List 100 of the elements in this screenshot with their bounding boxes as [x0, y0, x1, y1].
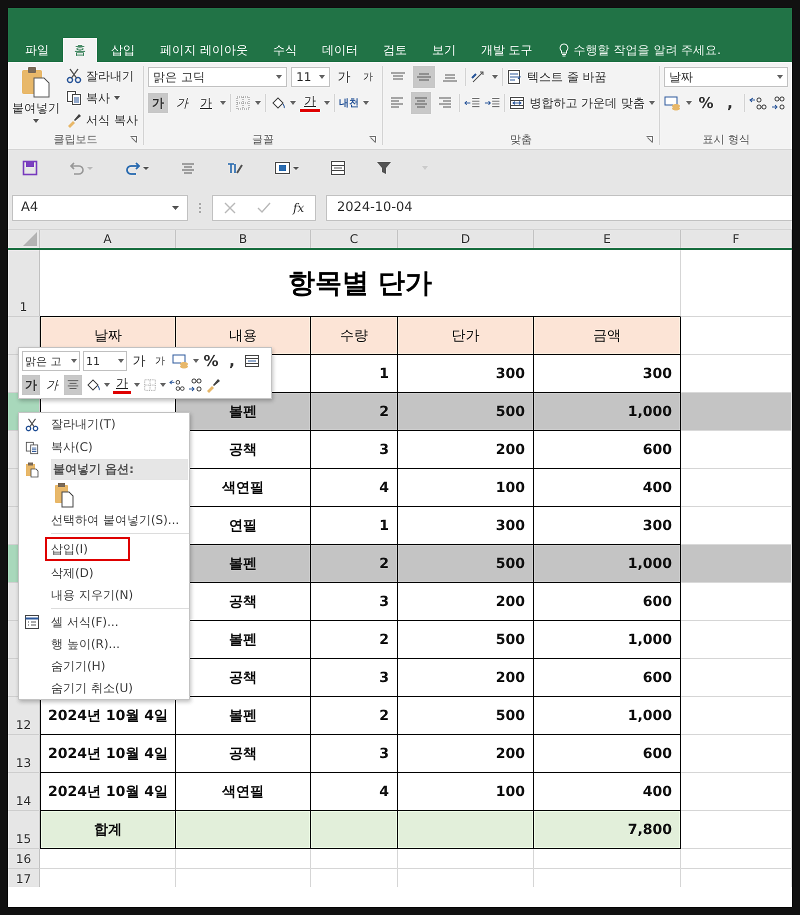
font-style-button[interactable]: 가	[148, 93, 168, 113]
caret-icon[interactable]	[324, 101, 330, 105]
ribbon-tab[interactable]: 보기	[420, 38, 467, 62]
caret-icon[interactable]	[492, 75, 498, 79]
font-style-button[interactable]: 가	[196, 93, 216, 113]
row-header[interactable]: 14	[8, 773, 40, 811]
number-format-field[interactable]: 날짜	[664, 67, 788, 87]
grow-font-button[interactable]: 가	[334, 67, 354, 87]
percent-button[interactable]: %	[696, 93, 716, 113]
font-style-button[interactable]: 가	[172, 93, 192, 113]
row-header[interactable]: 15	[8, 811, 40, 849]
currency-icon[interactable]	[664, 95, 682, 111]
row-header[interactable]: 1	[8, 250, 40, 317]
column-header[interactable]: B	[176, 230, 311, 248]
column-header[interactable]: E	[534, 230, 681, 248]
font-style-button[interactable]: 가	[43, 375, 61, 395]
tell-me-field[interactable]: 수행할 작업을 알려 주세요.	[558, 38, 721, 62]
table-cell: 500	[398, 697, 534, 735]
vertical-align-icon	[390, 72, 406, 82]
caret-icon	[276, 75, 282, 79]
caret-icon[interactable]	[104, 383, 110, 387]
ribbon-tab[interactable]: 페이지 레이아웃	[149, 38, 259, 62]
shrink-font-button[interactable]: 가	[358, 67, 378, 87]
decrease-decimal-icon[interactable]	[188, 377, 202, 393]
merge-cells-icon[interactable]	[244, 353, 260, 369]
dialog-launcher-icon[interactable]	[646, 136, 654, 143]
caret-icon[interactable]	[290, 101, 296, 105]
font-color-button[interactable]: 가	[300, 94, 320, 112]
font-color-button[interactable]: 가	[113, 376, 131, 394]
ribbon-tab[interactable]: 파일	[14, 38, 60, 62]
table-cell: 600	[534, 431, 681, 469]
merge-center-button[interactable]: 병합하고 가운데 맞춤	[509, 93, 655, 113]
wrap-text-icon	[507, 69, 524, 85]
caret-icon[interactable]	[686, 101, 692, 105]
copy-button[interactable]: 복사	[66, 88, 138, 108]
row-header[interactable]: 13	[8, 735, 40, 773]
borders-icon[interactable]	[235, 95, 252, 111]
table-header-cell: 수량	[311, 317, 398, 355]
wrap-text-button[interactable]: 텍스트 줄 바꿈	[507, 67, 607, 87]
increase-decimal-icon[interactable]	[749, 95, 768, 111]
caret-icon[interactable]	[255, 101, 262, 105]
table-cell: 400	[534, 469, 681, 507]
caret-icon	[777, 75, 784, 79]
filter-icon[interactable]	[376, 160, 392, 176]
horizontal-align-button[interactable]	[410, 92, 431, 114]
cut-button[interactable]: 잘라내기	[66, 66, 138, 86]
column-header[interactable]: D	[398, 230, 534, 248]
horizontal-align-icon	[66, 378, 80, 392]
currency-icon[interactable]	[172, 353, 190, 369]
align-center-button[interactable]	[64, 375, 82, 395]
font-name-field[interactable]: 맑은 고딕	[148, 67, 288, 87]
caret-icon[interactable]	[193, 359, 199, 363]
dialog-launcher-icon[interactable]	[369, 136, 376, 143]
table-cell: 2	[311, 697, 398, 735]
ribbon-tab[interactable]: 삽입	[100, 38, 146, 62]
merge-cells-icon	[509, 95, 526, 111]
paint-bucket-icon[interactable]	[85, 377, 101, 393]
scissors-icon	[25, 418, 39, 432]
row-header[interactable]: 17	[8, 869, 40, 887]
ribbon-tab[interactable]: 데이터	[310, 38, 369, 62]
font-size-field[interactable]: 11	[291, 67, 330, 87]
redo-icon[interactable]	[124, 160, 150, 176]
vertical-align-button[interactable]	[413, 66, 436, 88]
increase-decimal-icon[interactable]	[169, 377, 185, 393]
form-icon[interactable]	[330, 160, 346, 176]
borders-icon[interactable]	[143, 378, 157, 392]
caret-icon[interactable]	[160, 383, 166, 387]
select-all-icon	[23, 232, 37, 246]
caret-icon[interactable]	[363, 101, 370, 105]
caret-icon[interactable]	[220, 101, 226, 105]
ribbon-tab[interactable]: 개발 도구	[470, 38, 544, 62]
table-icon[interactable]	[274, 160, 300, 176]
row-header[interactable]: 16	[8, 849, 40, 869]
paint-bucket-icon[interactable]	[270, 95, 286, 111]
insert-function-button[interactable]: fx	[292, 200, 304, 214]
caret-icon[interactable]	[134, 383, 140, 387]
drag-handle-icon[interactable]	[198, 202, 202, 214]
formula-field[interactable]: 2024-10-04	[326, 194, 792, 220]
paste-button[interactable]: 붙여넣기	[12, 66, 60, 130]
column-header[interactable]: A	[40, 230, 176, 248]
decrease-decimal-icon[interactable]	[771, 95, 786, 111]
column-header[interactable]: C	[311, 230, 398, 248]
font-name-field[interactable]: 맑은 고	[22, 351, 80, 371]
table-cell: 4	[311, 469, 398, 507]
dialog-launcher-icon[interactable]	[130, 136, 138, 143]
comma-button[interactable]: ,	[720, 93, 740, 113]
name-box[interactable]: A4	[12, 194, 188, 220]
ribbon-tab[interactable]: 홈	[63, 38, 97, 62]
table-cell: 1,000	[534, 393, 681, 431]
ribbon-tab[interactable]: 검토	[372, 38, 418, 62]
column-header[interactable]: F	[681, 230, 792, 248]
ribbon-tab[interactable]: 수식	[262, 38, 308, 62]
table-cell: 합계	[40, 811, 176, 849]
font-style-button[interactable]: 가	[22, 375, 40, 395]
phonetic-guide-button[interactable]: 내천	[339, 96, 360, 110]
save-icon[interactable]	[22, 160, 38, 176]
format-painter-button[interactable]: 서식 복사	[66, 110, 138, 130]
checkmark-icon[interactable]	[257, 202, 272, 214]
font-size-field[interactable]: 11	[83, 351, 127, 371]
row-header[interactable]: 12	[8, 697, 40, 735]
